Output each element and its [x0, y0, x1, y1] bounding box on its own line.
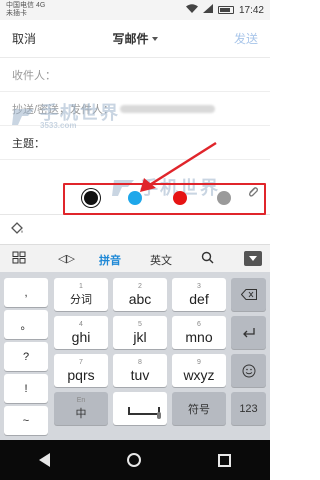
send-button[interactable]: 发送: [234, 30, 258, 47]
recipient-label: 收件人：: [12, 69, 56, 82]
wifi-icon: [185, 4, 198, 16]
status-bar: 中国电信 4G 未插卡 17:42: [0, 0, 270, 20]
annotation-arrow-icon: [140, 141, 217, 192]
key-abc[interactable]: 2 abc: [113, 278, 167, 311]
space-icon: [128, 407, 160, 415]
enter-key[interactable]: [231, 316, 266, 349]
key-letters: jkl: [133, 328, 147, 345]
watermark: 手机世界 3533.com: [12, 104, 120, 130]
key-letters: mno: [185, 328, 213, 345]
number-key[interactable]: 123: [231, 392, 266, 425]
key-digit: 9: [197, 358, 201, 366]
back-icon[interactable]: [38, 453, 50, 467]
tab-pinyin-label: 拼音: [99, 255, 121, 267]
key-tilde[interactable]: ~: [4, 406, 48, 435]
system-navigation-bar: [0, 440, 270, 480]
key-ghi[interactable]: 4 ghi: [54, 316, 108, 349]
emoji-key[interactable]: [231, 354, 266, 387]
battery-icon: [217, 6, 234, 14]
sender-email-redacted: [120, 104, 216, 113]
key-digit: 8: [138, 358, 142, 366]
recent-apps-icon[interactable]: [218, 453, 232, 467]
key-letters: 分词: [70, 293, 92, 306]
tab-pinyin[interactable]: 拼音: [99, 252, 121, 268]
keyboard-grid-icon[interactable]: [12, 251, 26, 267]
key-period[interactable]: 。: [4, 310, 48, 339]
backspace-icon: [240, 289, 257, 300]
tab-english[interactable]: 英文: [150, 252, 172, 268]
key-letters: ghi: [71, 328, 91, 345]
key-letters: pqrs: [67, 366, 95, 383]
key-mno[interactable]: 6 mno: [172, 316, 226, 349]
chevron-down-icon: [151, 36, 158, 41]
watermark-text: 手机世界: [40, 103, 120, 123]
key-letters: wxyz: [183, 366, 215, 383]
compose-title[interactable]: 写邮件: [112, 30, 158, 47]
recipient-field[interactable]: 收件人：: [0, 58, 270, 92]
clock: 17:42: [238, 4, 264, 16]
key-jkl[interactable]: 5 jkl: [113, 316, 167, 349]
signal-icon: [202, 4, 213, 16]
key-digit: 5: [138, 320, 142, 328]
microphone-icon: [157, 412, 161, 419]
key-digit: 6: [197, 320, 201, 328]
smiley-icon: [242, 364, 255, 377]
key-2-fenci[interactable]: 1 分词: [54, 278, 108, 311]
subject-label: 主题：: [12, 137, 45, 150]
key-letters: def: [189, 290, 209, 307]
key-wxyz[interactable]: 9 wxyz: [172, 354, 226, 387]
home-icon[interactable]: [126, 453, 141, 467]
compose-title-label: 写邮件: [112, 32, 149, 46]
key-digit: 3: [197, 282, 201, 290]
paint-bucket-icon[interactable]: [10, 221, 24, 235]
color-swatch-black[interactable]: [84, 191, 98, 205]
carrier-label: 中国电信 4G: [6, 2, 46, 9]
key-lang-main: 中: [75, 407, 87, 420]
symbol-key[interactable]: 符号: [172, 392, 226, 425]
language-switch-key[interactable]: En 中: [54, 392, 108, 425]
key-letters: tuv: [130, 366, 150, 383]
key-digit: 2: [138, 282, 142, 290]
key-def[interactable]: 3 def: [172, 278, 226, 311]
cursor-move-icon[interactable]: ◁▷: [58, 252, 75, 265]
keyboard-toolbar: ◁▷ 拼音 英文: [0, 244, 270, 272]
compose-header: 取消 写邮件 发送: [0, 20, 270, 58]
key-comma[interactable]: ,: [4, 278, 48, 307]
keyboard: , 。 ? ! ~ 1 分词 2 abc 3 def 4 ghi 5 jkl 6…: [0, 272, 270, 440]
watermark-logo-icon: [12, 109, 34, 125]
key-tuv[interactable]: 8 tuv: [113, 354, 167, 387]
key-digit: 4: [79, 320, 83, 328]
key-pqrs[interactable]: 7 pqrs: [54, 354, 108, 387]
key-digit: 7: [79, 358, 83, 366]
keyboard-hide-button[interactable]: [244, 251, 262, 266]
space-key[interactable]: [113, 392, 167, 425]
key-digit: 1: [79, 282, 83, 290]
watermark-sub: 3533.com: [40, 121, 77, 130]
format-toolbar: [0, 214, 270, 242]
key-question[interactable]: ?: [4, 342, 48, 371]
search-icon[interactable]: [201, 251, 214, 267]
key-letters: abc: [128, 290, 152, 307]
key-lang-sub: En: [76, 396, 86, 404]
backspace-key[interactable]: [231, 278, 266, 311]
key-exclaim[interactable]: !: [4, 374, 48, 403]
carrier-sub-label: 未插卡: [6, 10, 27, 17]
enter-icon: [242, 327, 255, 337]
cancel-button[interactable]: 取消: [12, 30, 36, 47]
